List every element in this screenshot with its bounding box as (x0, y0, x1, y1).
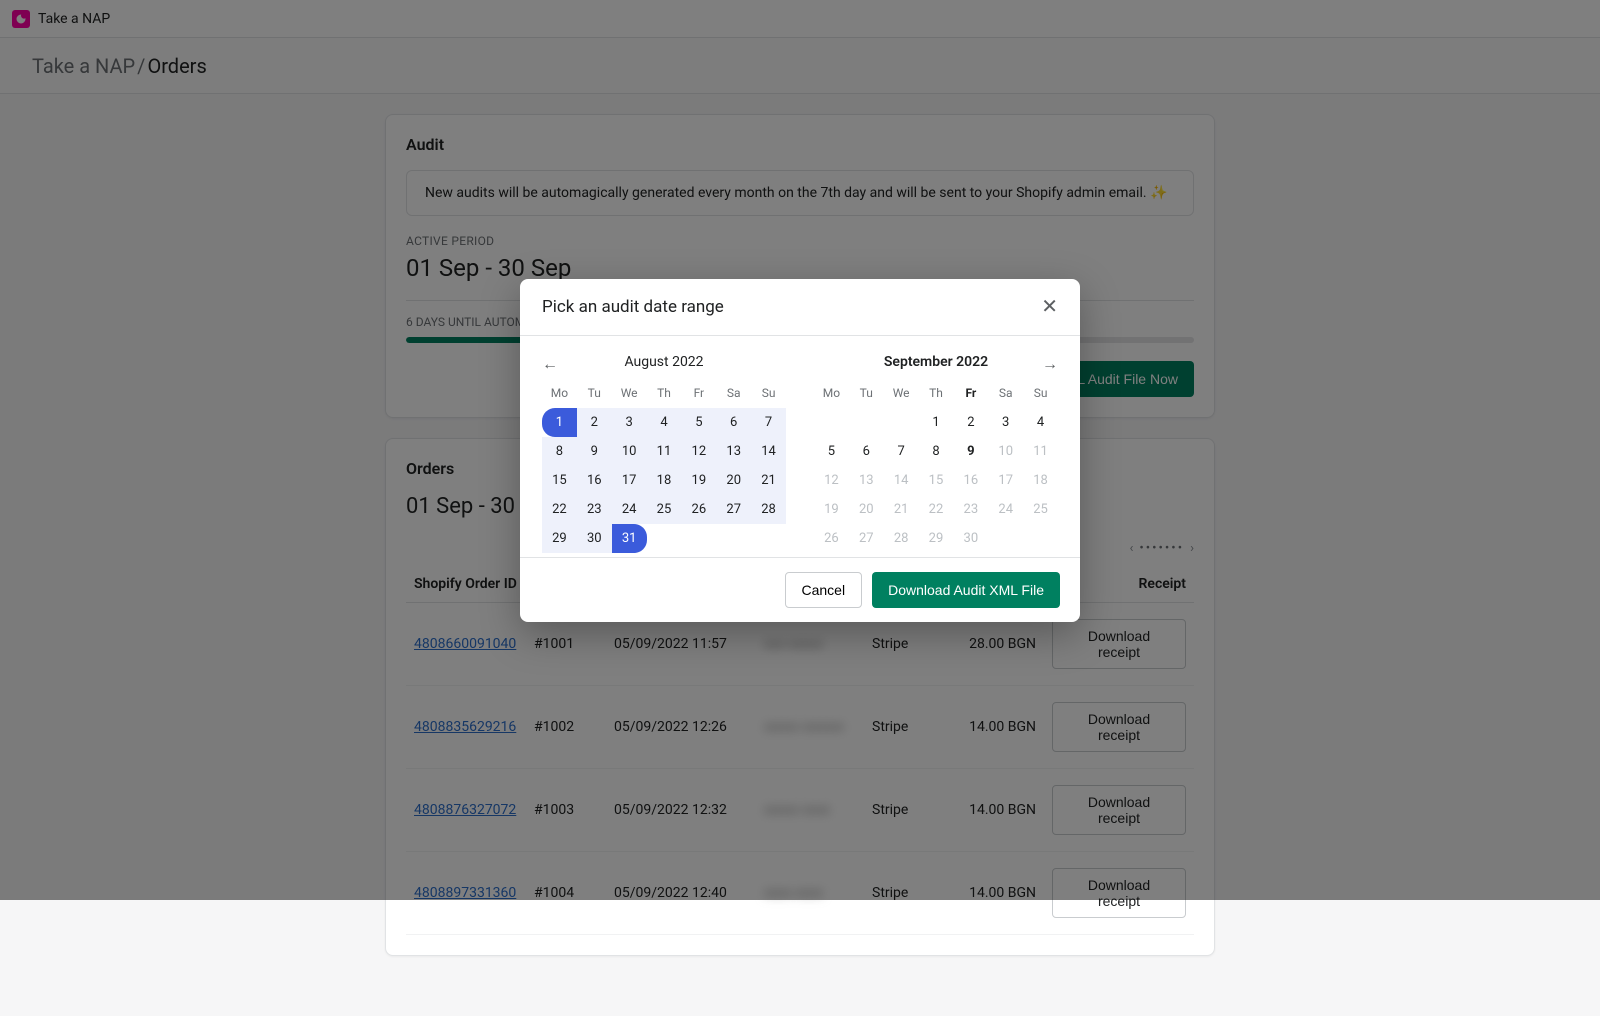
download-audit-button[interactable]: Download Audit XML File (872, 572, 1060, 608)
calendar-day[interactable]: 13 (849, 466, 884, 495)
calendar-day[interactable]: 5 (681, 408, 716, 437)
dow-label: Sa (988, 382, 1023, 408)
calendar-day[interactable]: 8 (542, 437, 577, 466)
calendar-day[interactable]: 28 (884, 524, 919, 553)
prev-month-icon[interactable]: ← (538, 354, 562, 376)
dow-label: Mo (814, 382, 849, 408)
dow-label: Th (647, 382, 682, 408)
calendar-day[interactable]: 19 (681, 466, 716, 495)
dow-label: Fr (681, 382, 716, 408)
calendar-day[interactable]: 3 (988, 408, 1023, 437)
calendar-day[interactable]: 11 (647, 437, 682, 466)
calendar-day[interactable]: 31 (612, 524, 647, 553)
dow-label: We (884, 382, 919, 408)
calendar-day[interactable]: 18 (647, 466, 682, 495)
calendar-day[interactable]: 17 (612, 466, 647, 495)
calendar-day[interactable]: 30 (953, 524, 988, 553)
calendar-day[interactable]: 23 (953, 495, 988, 524)
next-month-icon[interactable]: → (1038, 354, 1062, 376)
calendar-left: August 2022 MoTuWeThFrSaSu12345678910111… (542, 354, 786, 553)
calendar-day[interactable]: 26 (681, 495, 716, 524)
day-empty (814, 408, 849, 437)
calendar-day[interactable]: 9 (577, 437, 612, 466)
calendar-day[interactable]: 5 (814, 437, 849, 466)
calendar-day[interactable]: 8 (919, 437, 954, 466)
calendar-day[interactable]: 28 (751, 495, 786, 524)
calendar-day[interactable]: 16 (953, 466, 988, 495)
dow-label: Mo (542, 382, 577, 408)
calendar-day[interactable]: 1 (542, 408, 577, 437)
dow-label: We (612, 382, 647, 408)
calendar-day[interactable]: 14 (751, 437, 786, 466)
calendar-day[interactable]: 25 (1023, 495, 1058, 524)
calendar-day[interactable]: 21 (884, 495, 919, 524)
calendar-day[interactable]: 15 (919, 466, 954, 495)
close-icon[interactable]: ✕ (1041, 297, 1058, 317)
day-empty (849, 408, 884, 437)
calendar-day[interactable]: 19 (814, 495, 849, 524)
modal-title: Pick an audit date range (542, 297, 724, 317)
date-range-modal: Pick an audit date range ✕ ← → August 20… (520, 279, 1080, 622)
calendar-day[interactable]: 4 (647, 408, 682, 437)
calendar-day[interactable]: 2 (577, 408, 612, 437)
calendar-day[interactable]: 11 (1023, 437, 1058, 466)
calendar-right: September 2022 MoTuWeThFrSaSu12345678910… (814, 354, 1058, 553)
calendar-day[interactable]: 20 (849, 495, 884, 524)
calendar-day[interactable]: 10 (988, 437, 1023, 466)
day-empty (884, 408, 919, 437)
calendar-day[interactable]: 29 (542, 524, 577, 553)
calendar-day[interactable]: 3 (612, 408, 647, 437)
month-label-right: September 2022 (814, 354, 1058, 370)
calendar-day[interactable]: 22 (919, 495, 954, 524)
calendar-day[interactable]: 4 (1023, 408, 1058, 437)
calendar-day[interactable]: 12 (681, 437, 716, 466)
dow-label: Sa (716, 382, 751, 408)
calendar-day[interactable]: 20 (716, 466, 751, 495)
calendar-day[interactable]: 24 (988, 495, 1023, 524)
calendar-day[interactable]: 12 (814, 466, 849, 495)
dow-label: Fr (953, 382, 988, 408)
dow-label: Su (1023, 382, 1058, 408)
calendar-day[interactable]: 26 (814, 524, 849, 553)
cancel-button[interactable]: Cancel (785, 572, 863, 608)
calendar-day[interactable]: 6 (849, 437, 884, 466)
dow-label: Th (919, 382, 954, 408)
month-label-left: August 2022 (542, 354, 786, 370)
calendar-day[interactable]: 18 (1023, 466, 1058, 495)
calendar-day[interactable]: 2 (953, 408, 988, 437)
modal-overlay[interactable]: Pick an audit date range ✕ ← → August 20… (0, 0, 1600, 900)
calendar-day[interactable]: 14 (884, 466, 919, 495)
dow-label: Su (751, 382, 786, 408)
calendar-day[interactable]: 27 (849, 524, 884, 553)
calendar-day[interactable]: 21 (751, 466, 786, 495)
calendar-day[interactable]: 13 (716, 437, 751, 466)
calendar-day[interactable]: 1 (919, 408, 954, 437)
calendar-day[interactable]: 7 (884, 437, 919, 466)
calendar-day[interactable]: 7 (751, 408, 786, 437)
calendar-day[interactable]: 29 (919, 524, 954, 553)
calendar-day[interactable]: 6 (716, 408, 751, 437)
calendar-day[interactable]: 24 (612, 495, 647, 524)
calendar-day[interactable]: 17 (988, 466, 1023, 495)
calendar-day[interactable]: 22 (542, 495, 577, 524)
calendar-day[interactable]: 30 (577, 524, 612, 553)
calendar-day[interactable]: 23 (577, 495, 612, 524)
calendar-day[interactable]: 16 (577, 466, 612, 495)
calendar-day[interactable]: 9 (953, 437, 988, 466)
calendar-day[interactable]: 27 (716, 495, 751, 524)
calendar-day[interactable]: 25 (647, 495, 682, 524)
dow-label: Tu (849, 382, 884, 408)
calendar-day[interactable]: 15 (542, 466, 577, 495)
dow-label: Tu (577, 382, 612, 408)
calendar-day[interactable]: 10 (612, 437, 647, 466)
